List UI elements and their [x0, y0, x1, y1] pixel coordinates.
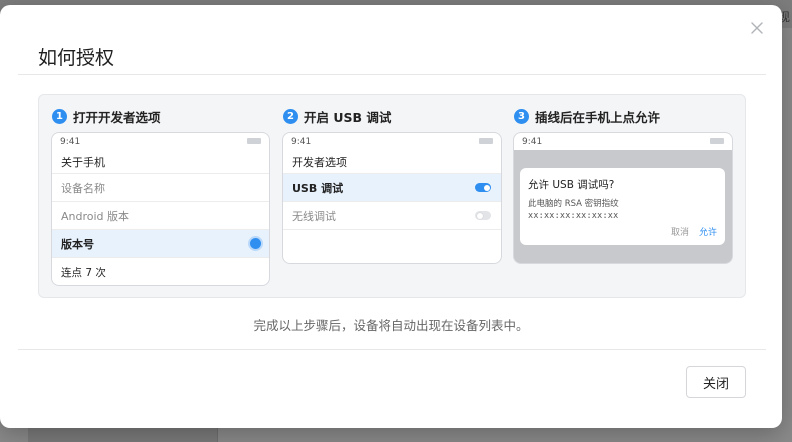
tap-indicator-icon [250, 238, 261, 249]
tap-seven-times-note: 连点 7 次 [61, 266, 106, 279]
step-2-phone-mockup: 9:41 开发者选项 USB 调试 无线调试 [282, 132, 502, 264]
step-2-title: 开启 USB 调试 [304, 110, 392, 125]
dialog-title: 如何授权 [38, 47, 115, 69]
step-3-number: 3 [514, 109, 529, 124]
step-3-header: 3 插线后在手机上点允许 [514, 107, 660, 126]
prompt-allow-label: 允许 [698, 228, 717, 238]
status-time: 9:41 [291, 137, 312, 147]
status-time: 9:41 [60, 137, 81, 147]
battery-icon [710, 138, 724, 144]
settings-row-developer-options: 开发者选项 [283, 150, 501, 174]
wireless-debugging-toggle [475, 211, 491, 220]
settings-row-build-number: 版本号 [52, 230, 269, 258]
authorization-dialog: 如何授权 1 打开开发者选项 9:41 关于手机 设备名称 Android 版本… [0, 5, 782, 428]
footer-divider [18, 349, 766, 350]
status-time: 9:41 [522, 137, 543, 147]
phone-status-bar: 9:41 [283, 133, 501, 150]
prompt-title: 允许 USB 调试吗? [528, 179, 615, 191]
step-1-header: 1 打开开发者选项 [52, 107, 161, 126]
settings-row-android-version: Android 版本 [52, 202, 269, 230]
prompt-actions: 取消 允许 [671, 225, 717, 238]
settings-row-about-phone: 关于手机 [52, 150, 269, 174]
battery-icon [479, 138, 493, 144]
usb-debugging-toggle [475, 183, 491, 192]
settings-row-device-name: 设备名称 [52, 174, 269, 202]
close-icon[interactable] [748, 19, 766, 37]
phone-status-bar: 9:41 [514, 133, 732, 150]
completion-hint: 完成以上步骤后，设备将自动出现在设备列表中。 [253, 318, 529, 333]
close-button[interactable]: 关闭 [686, 366, 746, 398]
step-2-header: 2 开启 USB 调试 [283, 107, 391, 126]
step-1-phone-mockup: 9:41 关于手机 设备名称 Android 版本 版本号 连点 7 次 [51, 132, 270, 286]
header-divider [18, 74, 766, 75]
battery-icon [247, 138, 261, 144]
step-1-title: 打开开发者选项 [73, 110, 161, 125]
settings-row-usb-debugging: USB 调试 [283, 174, 501, 202]
step-3-title: 插线后在手机上点允许 [535, 110, 661, 125]
step-2-number: 2 [283, 109, 298, 124]
phone-status-bar: 9:41 [52, 133, 269, 150]
usb-debug-prompt: 允许 USB 调试吗? 此电脑的 RSA 密钥指纹 xx:xx:xx:xx:xx… [520, 168, 725, 245]
step-3-phone-mockup: 9:41 允许 USB 调试吗? 此电脑的 RSA 密钥指纹 xx:xx:xx:… [513, 132, 733, 264]
settings-row-wireless-debugging: 无线调试 [283, 202, 501, 230]
prompt-subtitle: 此电脑的 RSA 密钥指纹 [528, 199, 619, 209]
step-1-number: 1 [52, 109, 67, 124]
steps-panel: 1 打开开发者选项 9:41 关于手机 设备名称 Android 版本 版本号 … [38, 94, 746, 298]
prompt-cancel-label: 取消 [670, 228, 689, 238]
prompt-fingerprint: xx:xx:xx:xx:xx:xx [528, 211, 619, 221]
